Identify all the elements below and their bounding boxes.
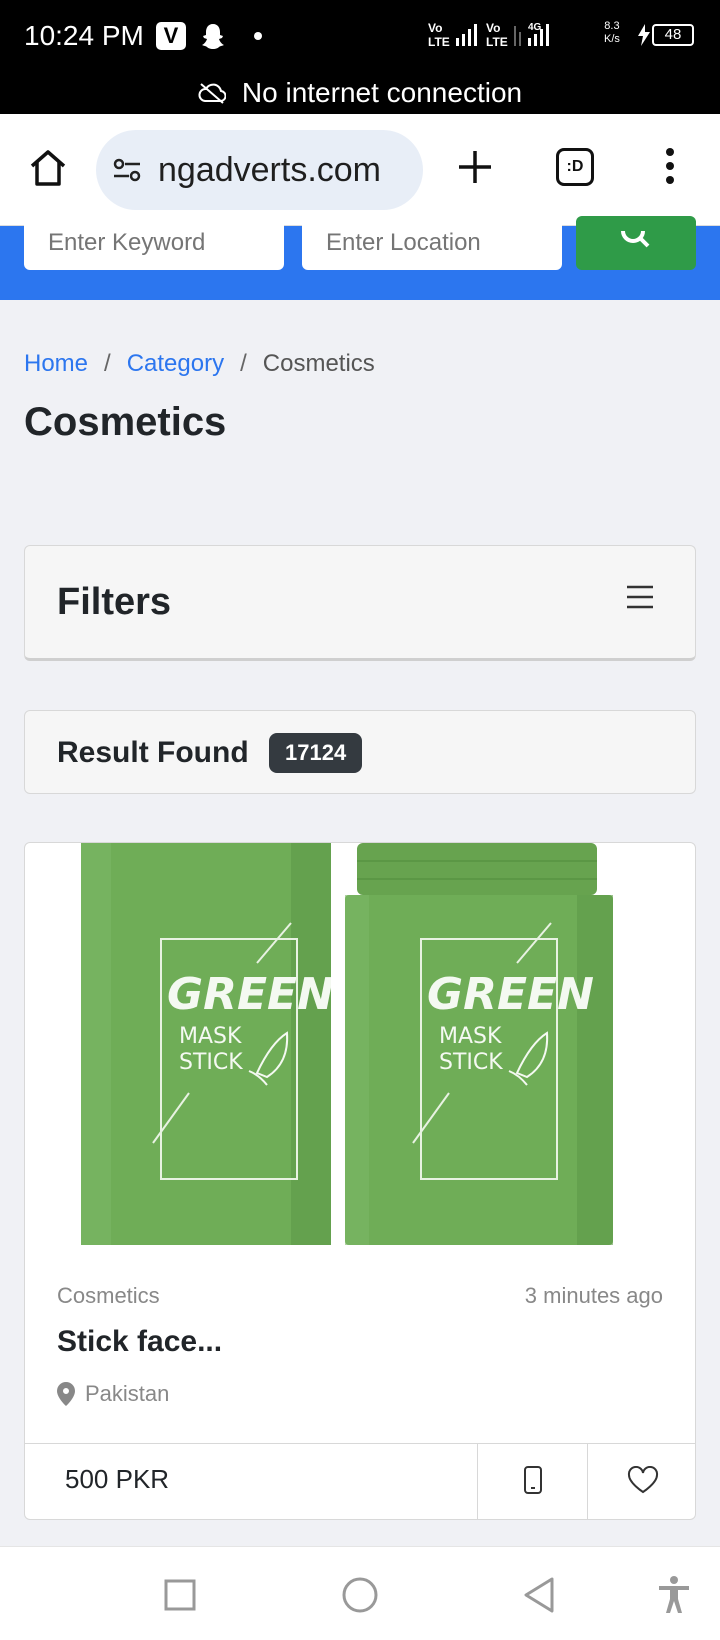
listing-footer: 500 PKR [25, 1443, 695, 1519]
svg-text:LTE: LTE [428, 35, 450, 49]
svg-text:4G: 4G [528, 22, 542, 33]
offline-text: No internet connection [241, 77, 523, 108]
location-input[interactable] [302, 216, 562, 270]
phone-icon [523, 1465, 543, 1500]
listing-price: 500 PKR [65, 1464, 170, 1494]
image-line1-left: MASK [179, 1024, 242, 1049]
filters-title: Filters [57, 581, 172, 623]
favorite-button[interactable] [587, 1444, 695, 1519]
breadcrumb-separator: / [240, 350, 247, 377]
cloud-off-icon [198, 82, 226, 104]
breadcrumb: Home / Category / Cosmetics [24, 350, 375, 378]
result-found-box: Result Found 17124 [24, 710, 696, 794]
system-nav-bar [0, 1546, 720, 1640]
battery-icon: 48 [652, 24, 694, 46]
breadcrumb-separator: / [104, 350, 111, 377]
filters-toggle-icon[interactable] [625, 584, 655, 615]
new-tab-icon[interactable] [456, 148, 494, 191]
image-brand-text-left: GREEN [167, 969, 334, 1020]
keyword-input[interactable] [24, 216, 284, 270]
home-icon[interactable] [28, 148, 68, 193]
network-speed: 8.3 K/s [604, 20, 620, 46]
status-time: 10:24 PM [24, 20, 144, 51]
product-image[interactable]: GREEN MASK STICK GREEN MASK STICK [81, 843, 627, 1245]
breadcrumb-category[interactable]: Category [127, 350, 224, 377]
home-button-icon[interactable] [342, 1577, 378, 1618]
listing-location-text: Pakistan [85, 1381, 170, 1406]
image-line2-left: STICK [179, 1050, 243, 1075]
svg-text:Vo: Vo [486, 21, 500, 35]
breadcrumb-current: Cosmetics [262, 350, 375, 377]
status-bar: 10:24 PM V Vo LTE Vo LTE 4G 8.3 K/s 48 [0, 0, 720, 72]
location-pin-icon [57, 1382, 75, 1406]
site-settings-icon[interactable] [112, 157, 142, 183]
address-bar[interactable]: ngadverts.com [96, 130, 423, 210]
network-speed-value: 8.3 [604, 20, 620, 32]
image-line2-right: STICK [439, 1050, 503, 1075]
listing-time: 3 minutes ago [524, 1283, 663, 1308]
search-button[interactable] [576, 216, 696, 270]
notification-dot [254, 32, 262, 40]
tab-switcher-icon[interactable]: :D [556, 148, 594, 186]
listing-category: Cosmetics [57, 1283, 160, 1308]
image-brand-text-right: GREEN [427, 969, 594, 1020]
call-button[interactable] [477, 1444, 587, 1519]
browser-toolbar: ngadverts.com :D [0, 114, 720, 226]
svg-text:LTE: LTE [486, 35, 508, 49]
search-band [0, 216, 720, 300]
recent-apps-icon[interactable] [164, 1579, 196, 1616]
offline-banner: No internet connection [0, 72, 720, 114]
image-line1-right: MASK [439, 1024, 502, 1049]
svg-text:Vo: Vo [428, 21, 442, 35]
filters-panel[interactable]: Filters [24, 545, 696, 661]
back-icon[interactable] [522, 1577, 556, 1618]
search-icon [620, 218, 652, 256]
listing-location: Pakistan [57, 1381, 169, 1407]
accessibility-icon[interactable] [656, 1575, 692, 1620]
cellular-signal-icon: Vo LTE Vo LTE 4G [428, 18, 598, 57]
page-title: Cosmetics [24, 400, 227, 444]
more-menu-icon[interactable] [664, 146, 676, 191]
url-text: ngadverts.com [158, 150, 381, 189]
app-notification-icon: V [156, 22, 186, 50]
snapchat-icon [200, 22, 226, 55]
network-speed-unit: K/s [604, 33, 620, 45]
breadcrumb-home[interactable]: Home [24, 350, 88, 377]
charging-icon [638, 24, 650, 51]
result-count-badge: 17124 [269, 733, 363, 773]
listing-card[interactable]: GREEN MASK STICK GREEN MASK STICK Cosmet… [24, 842, 696, 1520]
heart-icon [627, 1465, 659, 1499]
result-label: Result Found [57, 736, 249, 769]
listing-title[interactable]: Stick face... [57, 1325, 222, 1359]
